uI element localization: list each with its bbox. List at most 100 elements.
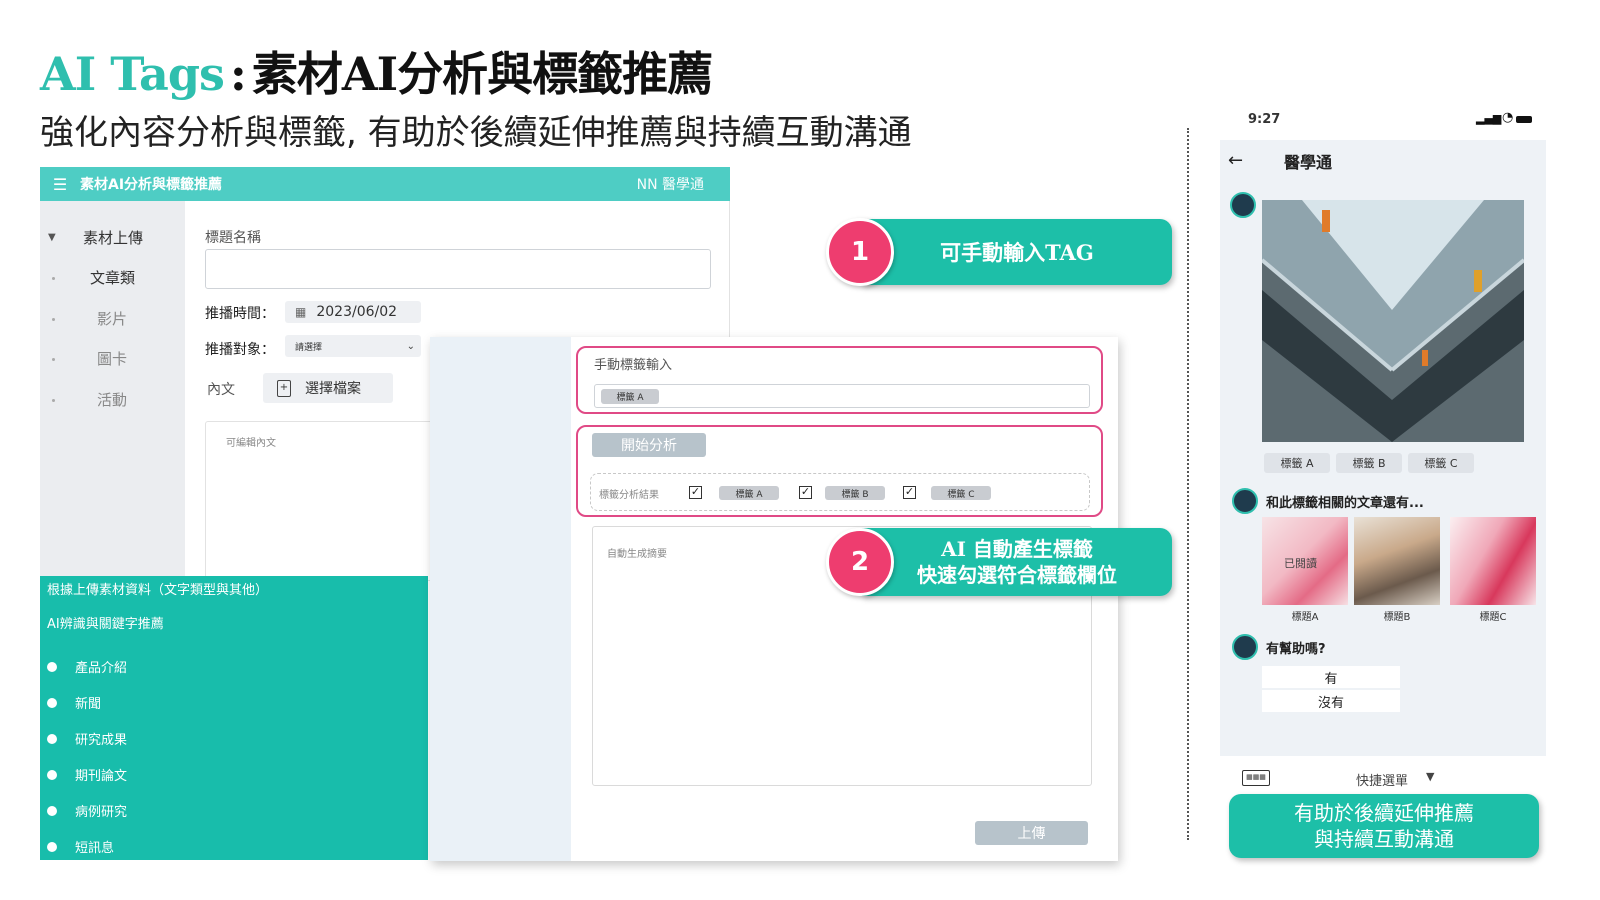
read-badge: 已閱讀 <box>1284 557 1317 570</box>
phone-status-bar: 9:27 ▂▄▆ ◔ <box>1220 100 1546 140</box>
signal-icon: ▂▄▆ <box>1476 112 1502 125</box>
ai-panel-line1: 根據上傳素材資料（文字類型與其他） <box>47 583 269 598</box>
sidebar-item-events[interactable]: 活動 <box>97 389 127 410</box>
bot-avatar-icon <box>1232 634 1258 660</box>
bullet-icon <box>52 358 55 361</box>
result-tag-chip[interactable]: 標籤 B <box>825 486 885 500</box>
ai-recognition-panel: 根據上傳素材資料（文字類型與其他） AI辨識與關鍵字推薦 產品介紹 新聞 研究成… <box>40 576 428 860</box>
summary-placeholder: 自動生成摘要 <box>607 549 667 560</box>
result-tag-chip[interactable]: 標籤 C <box>931 486 991 500</box>
related-thumb-3[interactable] <box>1450 517 1536 605</box>
wifi-icon: ◔ <box>1502 110 1514 125</box>
ai-category-item: 產品介紹 <box>47 657 127 676</box>
title-main: 素材AI分析與標籤推薦 <box>251 47 713 101</box>
keyboard-icon[interactable]: ▦▦▦ <box>1242 770 1270 786</box>
bullet-icon <box>47 733 57 744</box>
menu-icon[interactable]: ☰ <box>40 175 80 194</box>
ai-category-item: 病例研究 <box>47 801 127 820</box>
app-header-title: 素材AI分析與標籤推薦 <box>80 177 223 193</box>
manual-tag-frame: 手動標籤輸入 標籤 A <box>576 346 1103 414</box>
callout-benefit: 有助於後續延伸推薦 與持續互動溝通 <box>1229 794 1539 858</box>
caret-down-icon[interactable]: ▼ <box>1426 770 1434 783</box>
back-arrow-icon[interactable]: ← <box>1228 150 1243 171</box>
ai-category-item: 新聞 <box>47 693 101 712</box>
phone-tag[interactable]: 標籤 C <box>1408 453 1474 473</box>
bullet-icon <box>52 399 55 402</box>
tag-panel: 手動標籤輸入 標籤 A 開始分析 標籤分析結果 ✓ 標籤 A ✓ 標籤 B ✓ … <box>430 337 1118 861</box>
app-header: ☰ 素材AI分析與標籤推薦 NN 醫學通 <box>40 167 730 201</box>
phone-tag[interactable]: 標籤 B <box>1336 453 1402 473</box>
title-field-label: 標題名稱 <box>205 230 261 246</box>
related-articles-text: 和此標籤相關的文章還有... <box>1266 496 1424 511</box>
option-yes-button[interactable]: 有 <box>1262 666 1400 688</box>
date-picker[interactable]: ▦ 2023/06/02 <box>285 301 421 323</box>
related-thumb-1[interactable]: 已閱讀 <box>1262 517 1348 605</box>
analysis-result-box: 標籤分析結果 ✓ 標籤 A ✓ 標籤 B ✓ 標籤 C <box>590 473 1090 511</box>
ai-category-label: 病例研究 <box>75 805 128 820</box>
result-label: 標籤分析結果 <box>599 490 659 501</box>
bullet-icon <box>47 661 57 672</box>
ai-category-label: 新聞 <box>75 697 102 712</box>
ai-category-item: 短訊息 <box>47 837 114 856</box>
tag-panel-sidebar <box>430 337 571 861</box>
helpful-question: 有幫助嗎? <box>1266 642 1326 657</box>
calendar-icon: ▦ <box>295 305 307 319</box>
target-label: 推播對象： <box>205 342 275 358</box>
phone-tag[interactable]: 標籤 A <box>1264 453 1330 473</box>
target-select-value: 請選擇 <box>295 342 323 353</box>
sidebar-item-videos[interactable]: 影片 <box>97 308 127 329</box>
callout-3-line1: 有助於後續延伸推薦 <box>1294 801 1474 825</box>
bullet-icon <box>52 318 55 321</box>
callout-2-line1: AI 自動產生標籤 <box>941 537 1093 561</box>
sidebar-group-upload[interactable]: 素材上傳 <box>83 227 143 248</box>
checkbox-checked[interactable]: ✓ <box>903 486 916 499</box>
phone-app-title: 醫學通 <box>1284 153 1333 172</box>
bullet-icon <box>47 769 57 780</box>
body-editor[interactable]: 可編輯內文 <box>205 421 445 581</box>
checkbox-checked[interactable]: ✓ <box>799 486 812 499</box>
sidebar-item-cards[interactable]: 圖卡 <box>97 348 127 369</box>
title-input[interactable] <box>205 249 711 289</box>
option-no-button[interactable]: 沒有 <box>1262 690 1400 712</box>
caret-down-icon[interactable]: ▼ <box>48 232 56 243</box>
callout-2-line2: 快速勾選符合標籤欄位 <box>917 563 1117 587</box>
bot-avatar-icon <box>1230 192 1256 218</box>
choose-file-button[interactable]: + 選擇檔案 <box>263 373 393 403</box>
bullet-icon <box>47 841 57 852</box>
thumb-caption: 標題B <box>1383 612 1411 623</box>
chevron-down-icon: ⌄ <box>406 340 415 352</box>
tag-chip[interactable]: 標籤 A <box>601 389 659 404</box>
ai-category-item: 期刊論文 <box>47 765 127 784</box>
callout-ai-tags: AI 自動產生標籤 快速勾選符合標籤欄位 <box>862 528 1172 596</box>
ai-category-label: 研究成果 <box>75 733 128 748</box>
time-label: 推播時間： <box>205 306 275 322</box>
thumb-caption: 標題A <box>1291 612 1319 623</box>
slide-title: AI Tags: 素材AI分析與標籤推薦 <box>40 38 713 104</box>
sidebar-item-articles[interactable]: 文章類 <box>90 267 135 288</box>
phone-chat-area: ← 醫學通 標籤 A 標籤 B 標籤 C 和此標籤相關的文章還有... 已閱讀 … <box>1220 140 1546 858</box>
related-thumb-2[interactable] <box>1354 517 1440 605</box>
upload-button[interactable]: 上傳 <box>975 821 1088 845</box>
app-brand: NN 醫學通 <box>636 177 704 193</box>
slide-subtitle: 強化內容分析與標籤, 有助於後續延伸推薦與持續互動溝通 <box>40 113 912 153</box>
dotted-divider <box>1187 128 1189 840</box>
phone-mockup: 9:27 ▂▄▆ ◔ ← 醫學通 標籤 A 標籤 B 標籤 C 和此標籤相關的文… <box>1220 100 1546 858</box>
callout-manual-tag: 可手動輸入TAG <box>862 219 1172 285</box>
bullet-icon <box>52 277 55 280</box>
file-add-icon: + <box>277 379 291 397</box>
manual-tag-input[interactable]: 標籤 A <box>594 384 1090 408</box>
bot-avatar-icon <box>1232 488 1258 514</box>
checkbox-checked[interactable]: ✓ <box>689 486 702 499</box>
ai-panel-line2: AI辨識與關鍵字推薦 <box>47 617 164 632</box>
start-analysis-button[interactable]: 開始分析 <box>592 433 706 457</box>
step-badge-2: 2 <box>826 528 894 596</box>
target-select[interactable]: 請選擇 ⌄ <box>285 335 421 357</box>
callout-3-line2: 與持續互動溝通 <box>1314 827 1454 851</box>
article-image[interactable] <box>1262 200 1524 442</box>
ai-category-label: 產品介紹 <box>75 661 128 676</box>
status-time: 9:27 <box>1248 112 1281 127</box>
ai-category-item: 研究成果 <box>47 729 127 748</box>
quick-menu-label[interactable]: 快捷選單 <box>1356 770 1408 789</box>
result-tag-chip[interactable]: 標籤 A <box>719 486 779 500</box>
body-editor-placeholder: 可編輯內文 <box>226 438 276 449</box>
